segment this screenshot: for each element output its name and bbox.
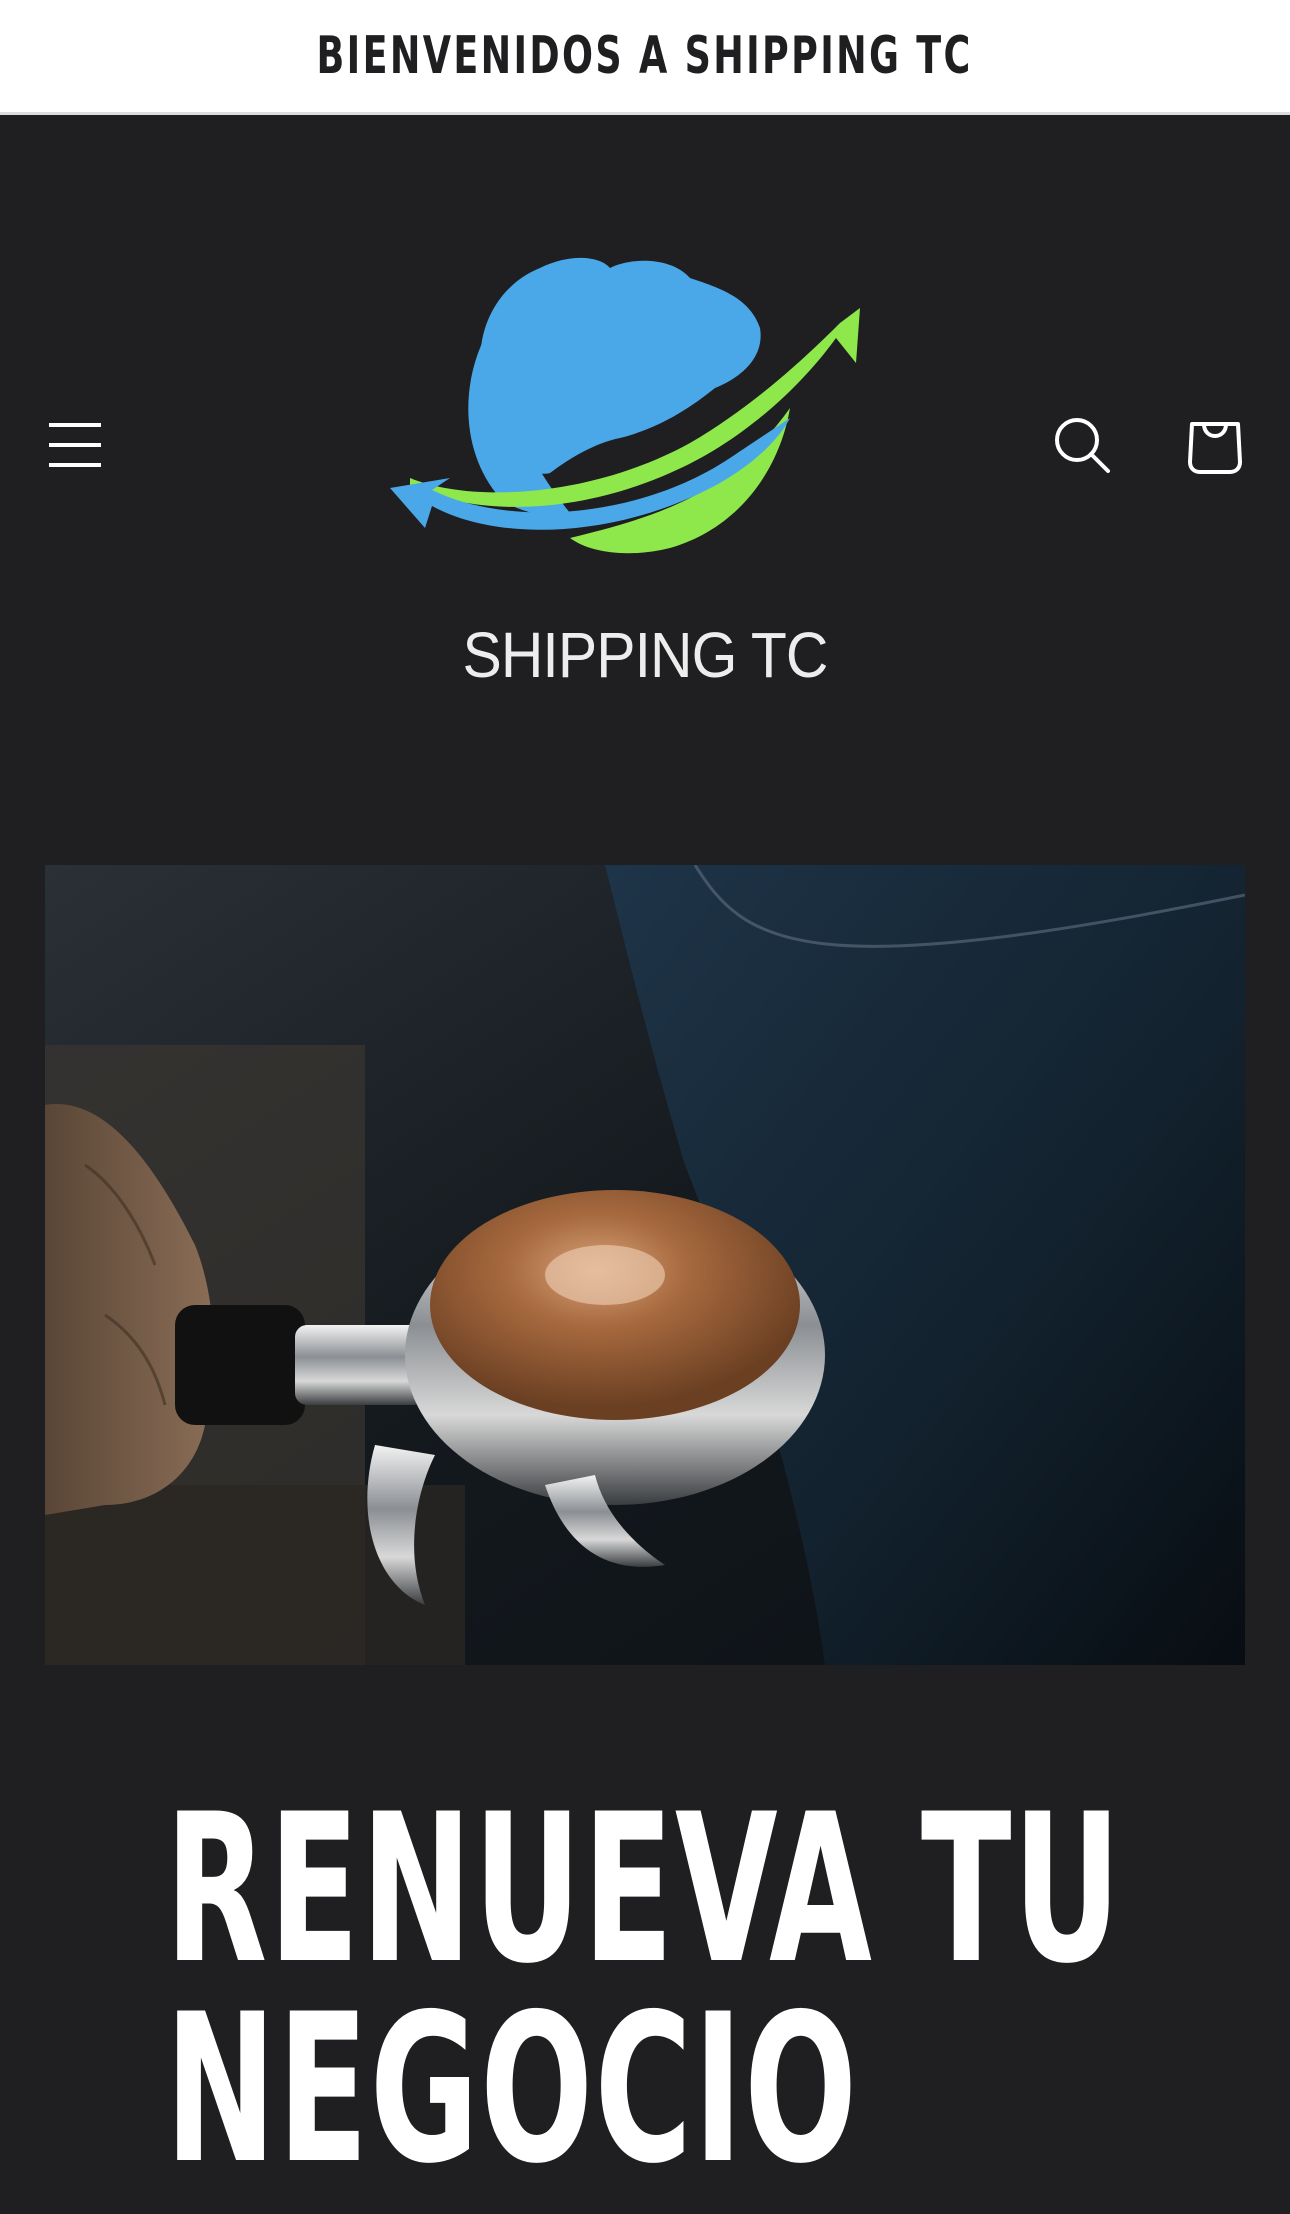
hero-heading-line-2: NEGOCIO (165, 1971, 859, 2209)
logo-link[interactable]: SHIPPING TC (370, 228, 920, 728)
shopping-bag-icon (1188, 422, 1242, 474)
search-button[interactable] (1045, 408, 1119, 482)
logo-text: SHIPPING TC (462, 619, 828, 691)
announcement-text: BIENVENIDOS A SHIPPING TC (316, 26, 974, 86)
hero-image (45, 865, 1245, 1665)
hamburger-menu-icon (49, 423, 101, 467)
cart-button[interactable] (1178, 408, 1252, 482)
announcement-bar: BIENVENIDOS A SHIPPING TC (0, 0, 1290, 115)
search-icon (1055, 418, 1110, 473)
hero-heading-line-1: RENUEVA TU (165, 1771, 1123, 2009)
site-header: SHIPPING TC (0, 118, 1290, 768)
globe-logo-icon (390, 257, 860, 554)
menu-button[interactable] (38, 408, 112, 482)
espresso-portafilter-image (45, 865, 1245, 1665)
hero-heading: RENUEVA TU NEGOCIO (165, 1771, 1123, 2209)
